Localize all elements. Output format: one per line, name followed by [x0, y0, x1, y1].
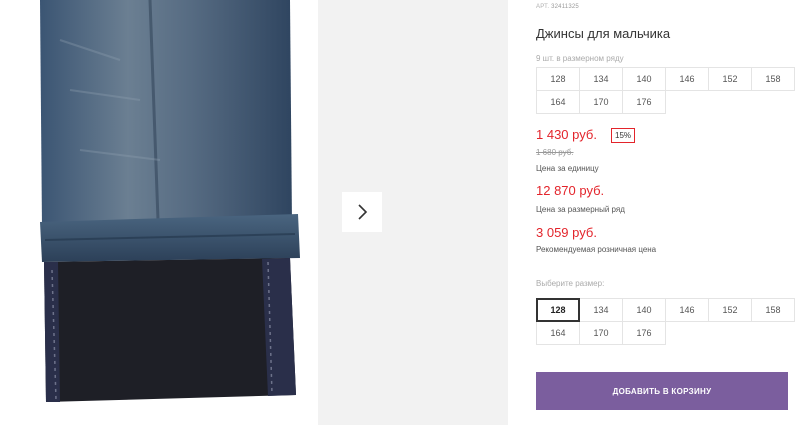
sku: АРТ. 32411325 [536, 4, 579, 10]
product-gallery [0, 0, 508, 425]
size-option[interactable]: 128 [536, 298, 580, 322]
next-image-button[interactable] [342, 192, 382, 232]
size-option[interactable]: 164 [536, 321, 580, 345]
size-option[interactable]: 170 [579, 321, 623, 345]
size-range-cell: 164 [536, 90, 580, 114]
product-photo [0, 0, 318, 425]
product-info: АРТ. 32411325 Джинсы для мальчика 9 шт. … [536, 0, 800, 425]
size-range-cell: 170 [579, 90, 623, 114]
size-count: 9 шт. в размерном ряду [536, 54, 624, 63]
size-range-cell: 128 [536, 67, 580, 91]
add-to-cart-button[interactable]: ДОБАВИТЬ В КОРЗИНУ [536, 372, 788, 410]
rrp-price: 3 059 руб. [536, 225, 597, 240]
size-option[interactable]: 176 [622, 321, 666, 345]
rrp-price-caption: Рекомендуемая розничная цена [536, 245, 657, 254]
size-range-cell: 140 [622, 67, 666, 91]
size-picker-label: Выберите размер: [536, 279, 605, 288]
size-range-cell: 158 [751, 67, 795, 91]
product-title: Джинсы для мальчика [536, 26, 671, 41]
old-price: 1 680 руб. [536, 148, 574, 157]
size-range-cell: 152 [708, 67, 752, 91]
size-option[interactable]: 146 [665, 298, 709, 322]
unit-price: 1 430 руб. [536, 127, 597, 142]
size-range-cell: 176 [622, 90, 666, 114]
set-price-caption: Цена за размерный ряд [536, 205, 625, 214]
size-range-grid: 128 134 140 146 152 158 164 170 176 [536, 67, 795, 114]
size-option[interactable]: 158 [751, 298, 795, 322]
size-option[interactable]: 140 [622, 298, 666, 322]
chevron-right-icon [358, 204, 368, 220]
size-range-cell: 134 [579, 67, 623, 91]
size-picker: 128 134 140 146 152 158 164 170 176 [536, 298, 795, 345]
sku-label: АРТ. [536, 4, 550, 10]
size-option[interactable]: 134 [579, 298, 623, 322]
unit-price-caption: Цена за единицу [536, 164, 599, 173]
sku-number: 32411325 [551, 4, 579, 10]
jeans-image [40, 0, 300, 402]
size-option[interactable]: 152 [708, 298, 752, 322]
size-range-cell: 146 [665, 67, 709, 91]
discount-badge: 15% [611, 128, 636, 143]
set-price: 12 870 руб. [536, 183, 605, 198]
